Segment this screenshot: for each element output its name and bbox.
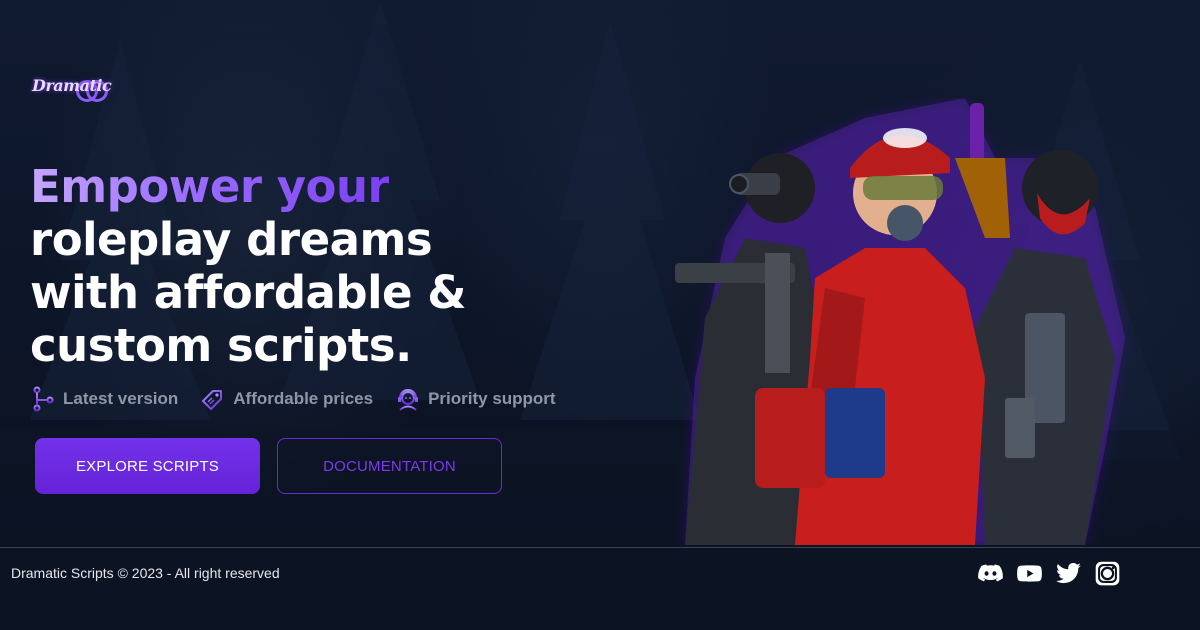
youtube-link[interactable] — [1015, 559, 1043, 587]
documentation-button[interactable]: DOCUMENTATION — [277, 438, 502, 494]
feature-label: Affordable prices — [233, 389, 374, 408]
instagram-link[interactable] — [1093, 559, 1121, 587]
discord-link[interactable] — [976, 559, 1004, 587]
headline-accent: Empower your — [30, 160, 390, 213]
youtube-icon — [1016, 564, 1042, 582]
logo-text: Dramatic — [32, 76, 112, 95]
explore-scripts-button[interactable]: EXPLORE SCRIPTS — [35, 438, 260, 494]
social-links — [976, 559, 1121, 587]
git-branch-icon — [33, 386, 54, 412]
discord-icon — [977, 564, 1003, 581]
feature-priority-support: Priority support — [395, 386, 556, 412]
headline-line: roleplay dreams — [30, 213, 433, 266]
twitter-icon — [1055, 562, 1081, 583]
feature-label: Priority support — [428, 389, 556, 408]
price-tag-icon — [202, 390, 223, 410]
headline-line: with affordable & — [30, 266, 467, 319]
hero-characters-illustration — [675, 98, 1125, 545]
hero-headline: Empower your roleplay dreams with afford… — [30, 160, 467, 372]
brand-logo[interactable]: Dramatic — [30, 70, 112, 104]
feature-list: Latest version Affordable prices Priorit… — [30, 386, 556, 412]
copyright-text: Dramatic Scripts © 2023 - All right rese… — [11, 565, 280, 581]
twitter-link[interactable] — [1054, 559, 1082, 587]
headline-line: custom scripts. — [30, 319, 412, 372]
feature-latest-version: Latest version — [30, 386, 178, 412]
footer-divider — [0, 547, 1200, 548]
feature-label: Latest version — [63, 389, 179, 408]
feature-affordable-prices: Affordable prices — [200, 386, 373, 412]
instagram-icon — [1095, 561, 1119, 585]
support-agent-icon — [398, 389, 419, 411]
